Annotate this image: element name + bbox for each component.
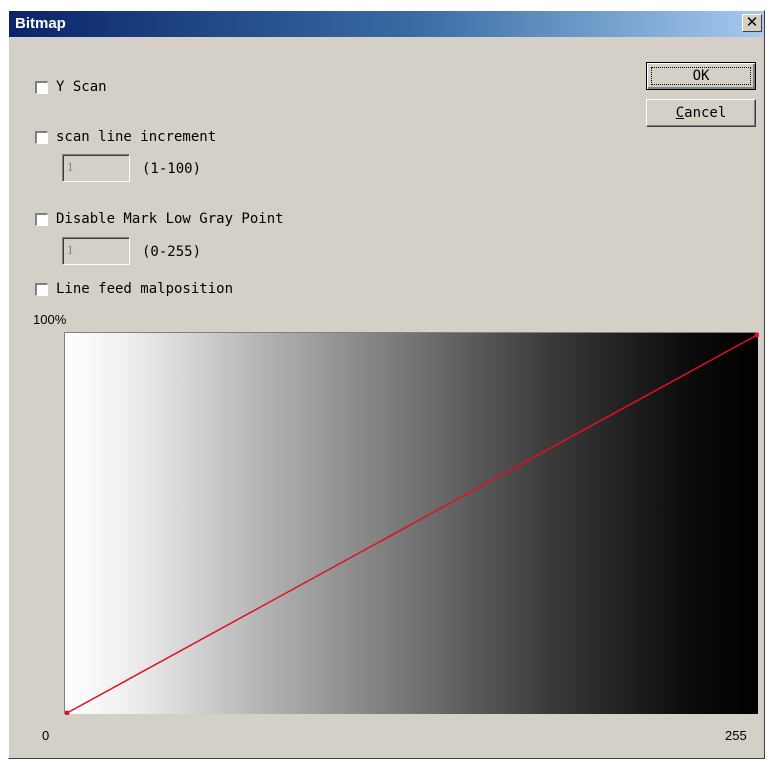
scan-line-increment-label: scan line increment [56,129,217,145]
curve-plot[interactable] [65,333,759,715]
low-gray-point-range: (0-255) [142,244,202,260]
low-gray-point-input[interactable]: 1 [62,237,130,265]
x-min-label: 0 [42,728,50,743]
ok-button[interactable]: OK [646,62,756,90]
disable-low-gray-option[interactable]: Disable Mark Low Gray Point [35,210,284,228]
line-feed-malposition-label: Line feed malposition [56,281,234,297]
scan-line-increment-checkbox[interactable] [35,130,48,144]
cancel-button[interactable]: Cancel [646,99,756,127]
line-feed-malposition-option[interactable]: Line feed malposition [35,280,233,298]
curve-line [66,334,758,714]
scan-line-increment-option[interactable]: scan line increment [35,128,216,146]
close-button[interactable]: ✕ [742,14,762,32]
scan-line-increment-range: (1-100) [142,161,202,177]
x-max-label: 255 [725,728,747,743]
gray-curve-editor[interactable] [64,332,759,715]
disable-low-gray-label: Disable Mark Low Gray Point [56,211,284,227]
y-scan-option[interactable]: Y Scan [35,78,107,96]
scan-line-increment-input[interactable]: 1 [62,154,130,182]
y-scan-checkbox[interactable] [35,80,48,94]
y-scan-label: Y Scan [56,79,107,95]
y-max-label: 100% [33,312,67,327]
bitmap-dialog: Bitmap ✕ Y Scan scan line increment 1 (1… [8,10,765,759]
focus-rectangle [651,67,751,85]
title-bar[interactable]: Bitmap ✕ [9,11,764,37]
line-feed-malposition-checkbox[interactable] [35,282,48,296]
disable-low-gray-checkbox[interactable] [35,212,48,226]
close-icon: ✕ [745,13,759,31]
cancel-button-label: ancel [684,105,727,121]
window-title: Bitmap [15,15,66,32]
cancel-mnemonic: C [675,105,685,121]
